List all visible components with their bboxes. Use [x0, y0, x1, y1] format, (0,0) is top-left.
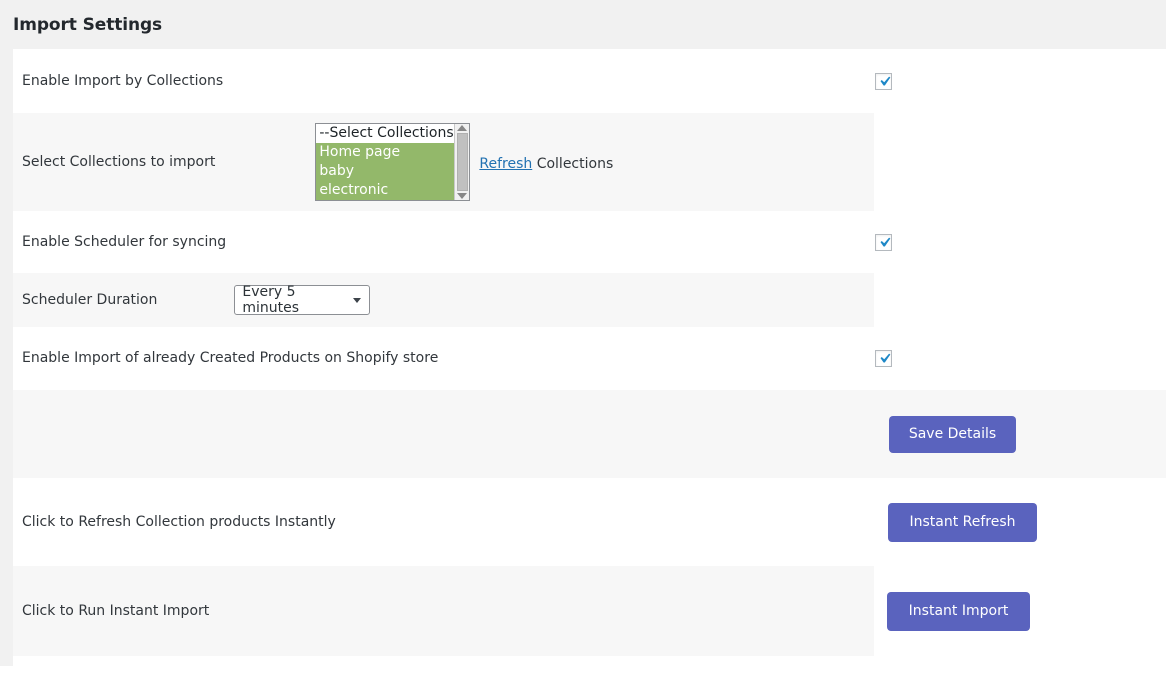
label-cell-refresh-collection-products: Click to Refresh Collection products Ins… [13, 478, 874, 566]
label-cell-save-details [13, 390, 874, 478]
label-refresh-collection-products: Click to Refresh Collection products Ins… [22, 513, 336, 530]
chevron-down-icon [353, 297, 362, 303]
refresh-collections-text: Refresh Collections [479, 153, 613, 172]
checkbox-enable-import-by-collections[interactable] [875, 72, 892, 90]
import-settings-page: Import Settings Enable Import by Collect… [0, 0, 1166, 674]
label-scheduler-duration: Scheduler Duration [22, 291, 158, 308]
control-cell-select-collections [874, 113, 1166, 211]
check-icon [880, 353, 891, 363]
label-enable-scheduler: Enable Scheduler for syncing [22, 233, 227, 250]
collections-listbox[interactable]: --Select Collections-- Home page baby el… [315, 123, 471, 201]
row-scheduler-duration: Scheduler Duration Every 5 minutes [13, 273, 1166, 327]
select-collections-widget: --Select Collections-- Home page baby el… [315, 123, 613, 201]
table-trailing-control-cell [874, 656, 1166, 674]
control-cell-enable-created-products [874, 327, 1166, 390]
check-icon [880, 237, 891, 246]
label-select-collections: Select Collections to import [22, 153, 216, 170]
refresh-collections-suffix: Collections [532, 155, 614, 172]
collections-listbox-options: --Select Collections-- Home page baby el… [316, 124, 455, 200]
label-cell-enable-created-products: Enable Import of already Created Product… [13, 327, 874, 390]
label-cell-run-instant-import: Click to Run Instant Import [13, 566, 874, 656]
table-trailing-label-cell [13, 656, 874, 674]
control-cell-refresh-collection-products: Instant Refresh [874, 478, 1166, 566]
row-enable-import-by-collections: Enable Import by Collections [13, 49, 1166, 113]
label-enable-created-products: Enable Import of already Created Product… [22, 350, 439, 366]
import-settings-table: Enable Import by Collections Select Coll… [13, 49, 1166, 674]
row-enable-created-products: Enable Import of already Created Product… [13, 327, 1166, 390]
refresh-collections-link[interactable]: Refresh [479, 156, 532, 172]
row-enable-scheduler: Enable Scheduler for syncing [13, 211, 1166, 273]
scroll-up-arrow-icon[interactable] [457, 125, 468, 131]
label-cell-select-collections: Select Collections to import --Select Co… [13, 113, 874, 211]
instant-import-button[interactable]: Instant Import [887, 591, 1030, 631]
control-cell-scheduler-duration [874, 273, 1166, 327]
scroll-down-arrow-icon[interactable] [457, 193, 468, 199]
scheduler-duration-value: Every 5 minutes [242, 284, 300, 316]
label-cell-enable-import-by-collections: Enable Import by Collections [13, 49, 874, 113]
page-title: Import Settings [13, 14, 163, 35]
label-run-instant-import: Click to Run Instant Import [22, 602, 210, 619]
row-save-details: Save Details [13, 390, 1166, 478]
control-cell-enable-scheduler [874, 211, 1166, 273]
control-cell-enable-import-by-collections [874, 49, 1166, 113]
save-details-button[interactable]: Save Details [889, 415, 1016, 453]
checkbox-enable-created-products[interactable] [875, 350, 892, 367]
listbox-scrollbar[interactable] [454, 124, 470, 200]
instant-refresh-button[interactable]: Instant Refresh [888, 502, 1037, 542]
label-enable-import-by-collections: Enable Import by Collections [22, 72, 224, 89]
row-run-instant-import: Click to Run Instant Import Instant Impo… [13, 566, 1166, 656]
check-icon [880, 76, 891, 85]
table-trailing-strip [13, 656, 1166, 674]
listbox-option[interactable]: baby [316, 162, 455, 181]
listbox-option[interactable]: Home page [316, 143, 455, 162]
label-cell-scheduler-duration: Scheduler Duration Every 5 minutes [13, 273, 874, 327]
scheduler-duration-select[interactable]: Every 5 minutes [234, 284, 371, 316]
listbox-option[interactable]: electronic [316, 181, 455, 200]
control-cell-save-details: Save Details [874, 390, 1166, 478]
listbox-option[interactable]: --Select Collections-- [316, 124, 454, 143]
checkbox-enable-scheduler[interactable] [875, 233, 892, 251]
control-cell-run-instant-import: Instant Import [874, 566, 1166, 656]
page-header: Import Settings [0, 0, 1166, 49]
scrollbar-thumb[interactable] [456, 133, 468, 191]
row-select-collections: Select Collections to import --Select Co… [13, 113, 1166, 211]
label-cell-enable-scheduler: Enable Scheduler for syncing [13, 211, 874, 273]
row-refresh-collection-products: Click to Refresh Collection products Ins… [13, 478, 1166, 566]
